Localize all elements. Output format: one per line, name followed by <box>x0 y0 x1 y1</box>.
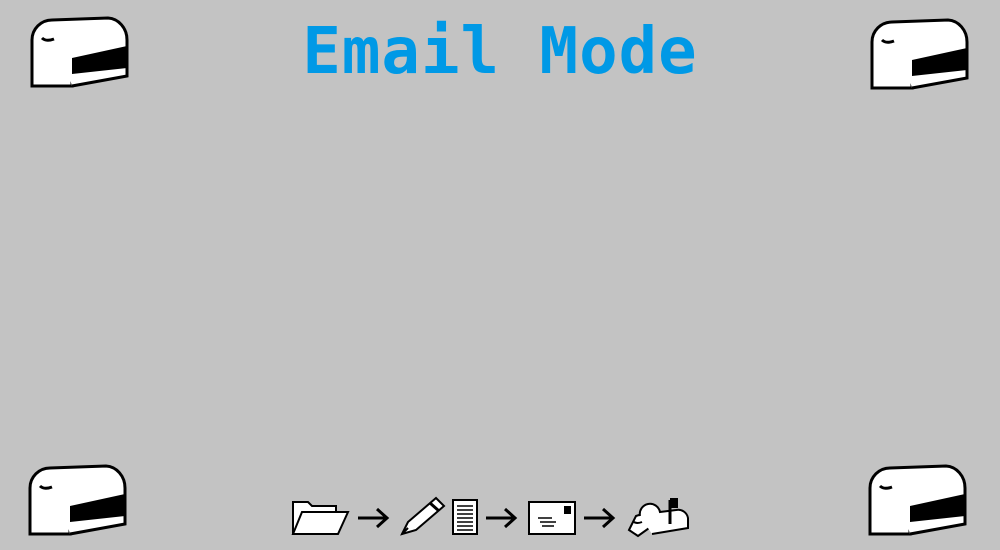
open-folder-icon <box>291 501 350 535</box>
mailbox-icon <box>30 16 129 88</box>
arrow-right-icon <box>486 507 518 529</box>
document-icon <box>452 499 478 535</box>
envelope-icon <box>528 501 576 535</box>
mailbox-icon <box>28 464 127 536</box>
arrow-right-icon <box>584 507 616 529</box>
workflow-strip <box>290 494 694 542</box>
mailbox-flag-up-icon <box>627 498 689 538</box>
pen-icon <box>400 496 446 536</box>
mailbox-icon <box>870 18 969 90</box>
mailbox-icon <box>868 464 967 536</box>
arrow-right-icon <box>358 507 390 529</box>
page-title: Email Mode <box>302 15 698 89</box>
